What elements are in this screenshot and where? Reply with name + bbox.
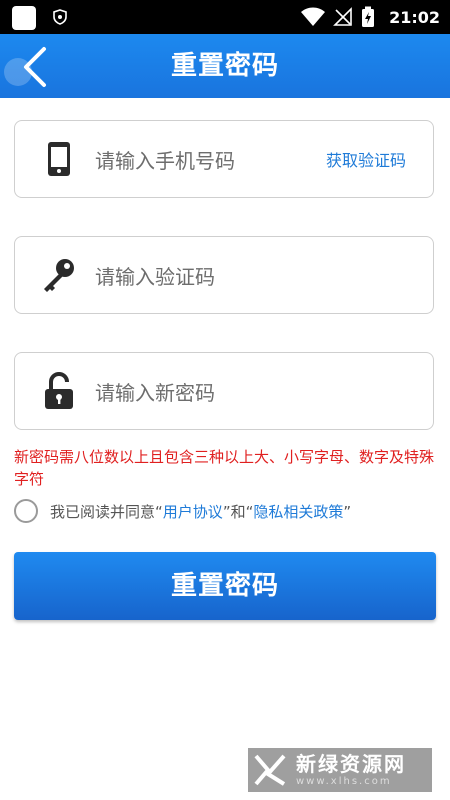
phone-input[interactable] [93, 141, 317, 181]
quote-close-2: ” [343, 502, 352, 521]
quote-close: ” [222, 502, 231, 521]
page-title: 重置密码 [170, 51, 279, 81]
watermark-text: 新绿资源网 www.xlhs.com [296, 752, 406, 788]
get-code-button[interactable]: 获取验证码 [326, 147, 406, 171]
watermark-sub: www.xlhs.com [296, 776, 392, 787]
verification-code-input[interactable] [93, 257, 317, 297]
phone-field: 获取验证码 [14, 120, 434, 198]
wifi-icon [301, 7, 326, 26]
status-bar: 21:02 [0, 0, 450, 34]
key-icon [44, 259, 74, 292]
code-field [14, 236, 434, 314]
user-agreement-link[interactable]: 用户协议 [163, 503, 223, 521]
agreement-row: 我已阅读并同意“用户协议”和“隐私相关政策” [14, 496, 351, 526]
unlock-icon [45, 371, 73, 409]
watermark-main: 新绿资源网 [296, 752, 406, 776]
shield-icon [53, 9, 67, 25]
agreement-conjunction: 和 [230, 502, 246, 521]
agreement-prefix: 我已阅读并同意 [50, 502, 156, 521]
app-notification-icon [12, 6, 36, 30]
privacy-policy-link[interactable]: 隐私相关政策 [253, 503, 343, 521]
reset-password-button[interactable]: 重置密码 [14, 552, 436, 620]
agreement-text: 我已阅读并同意“用户协议”和“隐私相关政策” [50, 501, 351, 522]
phone-icon [48, 142, 70, 176]
battery-charging-icon [362, 6, 375, 27]
watermark: 新绿资源网 www.xlhs.com [248, 748, 432, 792]
agreement-radio[interactable] [14, 499, 38, 523]
xlhs-logo-icon [254, 754, 286, 786]
no-signal-icon [333, 7, 352, 26]
new-password-field [14, 352, 434, 430]
new-password-input[interactable] [93, 373, 317, 413]
clock: 21:02 [389, 7, 440, 27]
quote-open: “ [155, 502, 163, 521]
app-header: 重置密码 [0, 34, 450, 98]
password-rule-hint: 新密码需八位数以上且包含三种以上大、小写字母、数字及特殊字符 [14, 448, 435, 488]
